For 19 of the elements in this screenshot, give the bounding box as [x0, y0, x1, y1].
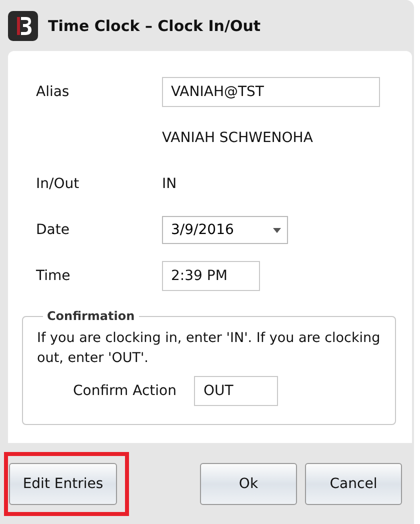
field-label: In/Out — [35, 176, 80, 192]
text-field[interactable]: 2:39 PM — [162, 261, 260, 292]
ok-button[interactable]: Ok — [200, 462, 297, 505]
field-value: VANIAH SCHWENOHA — [162, 130, 313, 146]
text-field[interactable]: VANIAH@TST — [162, 77, 380, 108]
field-value: IN — [162, 176, 177, 192]
field-label: Confirm Action — [73, 383, 176, 400]
window-title: Time Clock – Clock In/Out — [48, 16, 261, 35]
app-logo-icon — [8, 10, 38, 41]
field-label: Date — [35, 222, 70, 238]
text-field[interactable]: OUT — [194, 376, 278, 406]
edit-entries-button[interactable]: Edit Entries — [9, 462, 117, 505]
field-label: Alias — [35, 84, 70, 100]
confirmation-message: If you are clocking in, enter 'IN'. If you are clocking out, enter 'OUT'. — [37, 329, 382, 368]
field-label: Time — [35, 268, 72, 284]
date-dropdown[interactable]: 3/9/2016 — [162, 216, 288, 244]
caret-icon — [273, 228, 281, 233]
cancel-button[interactable]: Cancel — [305, 462, 402, 505]
group-title: Confirmation — [46, 309, 136, 324]
